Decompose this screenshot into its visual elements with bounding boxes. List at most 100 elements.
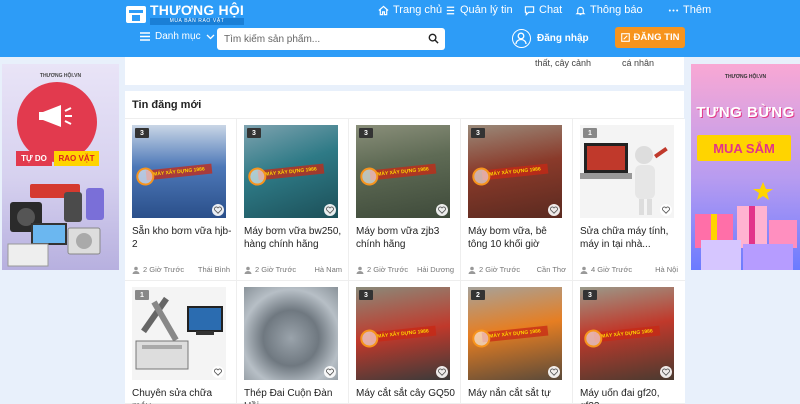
listing-meta: 2 Giờ Trước Hải Dương	[356, 265, 460, 274]
listing-card[interactable]: 2 MÁY XÂY DỰNG 1986 Máy nắn cắt sắt tự	[461, 281, 573, 404]
user-icon	[580, 266, 588, 274]
listing-location: Thái Bình	[197, 265, 230, 274]
image-watermark: MÁY XÂY DỰNG 1986	[369, 325, 437, 343]
listing-title[interactable]: Máy cắt sắt cây GQ50	[356, 387, 456, 404]
listing-card[interactable]: 3 MÁY XÂY DỰNG 1986 Máy bơm vữa, bê tông…	[461, 119, 573, 281]
right-ad-banner[interactable]: THƯƠNG HỘI.VN TƯNG BỪNG MUA SẮM	[691, 64, 800, 270]
post-listing-button[interactable]: ĐĂNG TIN	[615, 27, 685, 48]
listing-location: Cần Thơ	[536, 265, 566, 274]
listing-title[interactable]: Thép Đai Cuộn Đàn Hồi	[244, 387, 344, 404]
listing-title[interactable]: Sửa chữa máy tính, máy in tại nhà...	[580, 225, 680, 251]
prev-category-text[interactable]: thất, cây cảnh	[535, 58, 591, 68]
photo-count-badge: 1	[135, 290, 149, 300]
listing-location: Hà Nội	[655, 265, 678, 274]
listing-title[interactable]: Máy bơm vữa bw250, hàng chính hãng	[244, 225, 344, 251]
listing-image: 3 MÁY XÂY DỰNG 1986	[356, 287, 450, 380]
nav-manage-posts[interactable]: Quản lý tin	[445, 4, 513, 16]
listing-title[interactable]: Máy nắn cắt sắt tự	[468, 387, 568, 404]
listing-title[interactable]: Máy bơm vữa, bê tông 10 khối giờ	[468, 225, 568, 251]
login-label: Đăng nhập	[537, 33, 589, 44]
nav-home-label: Trang chủ	[393, 4, 443, 16]
image-watermark: MÁY XÂY DỰNG 1986	[369, 163, 437, 181]
nav-more-label: Thêm	[683, 4, 712, 16]
favorite-heart-icon[interactable]	[660, 366, 672, 378]
user-icon	[356, 266, 364, 274]
listing-image: 3 MÁY XÂY DỰNG 1986	[132, 125, 226, 218]
user-icon	[468, 266, 476, 274]
right-banner-subtitle: MUA SẮM	[697, 135, 791, 161]
favorite-heart-icon[interactable]	[324, 204, 336, 216]
favorite-heart-icon[interactable]	[324, 366, 336, 378]
listing-card[interactable]: 3 MÁY XÂY DỰNG 1986 Máy uốn đai gf20, gf…	[573, 281, 685, 404]
listing-card[interactable]: 3 MÁY XÂY DỰNG 1986 Sẵn kho bơm vữa hjb-…	[125, 119, 237, 281]
post-listing-label: ĐĂNG TIN	[633, 32, 680, 43]
listing-card[interactable]: 3 MÁY XÂY DỰNG 1986 Máy cắt sắt cây GQ50	[349, 281, 461, 404]
chat-icon	[524, 5, 535, 16]
listing-meta: 4 Giờ Trước Hà Nội	[580, 265, 684, 274]
photo-count-badge: 3	[583, 290, 597, 300]
tools-illustration	[135, 296, 223, 370]
nav-chat-label: Chat	[539, 4, 563, 16]
list-icon	[446, 6, 455, 14]
logo-subtitle: MUA BÁN RAO VẶT	[150, 18, 244, 25]
listing-image: 1	[580, 125, 674, 218]
gift-boxes-illustration	[695, 182, 797, 270]
login-link[interactable]: Đăng nhập	[512, 29, 589, 48]
listing-title[interactable]: Máy uốn đai gf20, gf32	[580, 387, 680, 404]
image-watermark: MÁY XÂY DỰNG 1986	[593, 325, 661, 343]
listing-title[interactable]: Chuyên sửa chữa máy	[132, 387, 232, 404]
favorite-heart-icon[interactable]	[660, 204, 672, 216]
bell-icon	[575, 6, 586, 15]
user-icon	[244, 266, 252, 274]
nav-home[interactable]: Trang chủ	[378, 4, 442, 16]
edit-icon	[620, 33, 630, 42]
left-banner-tag-2: RAO VẶT	[54, 151, 99, 166]
favorite-heart-icon[interactable]	[212, 204, 224, 216]
listing-image: 3 MÁY XÂY DỰNG 1986	[244, 125, 338, 218]
listing-meta: 2 Giờ Trước Thái Bình	[132, 265, 236, 274]
store-icon	[126, 5, 146, 23]
gadgets-illustration	[7, 184, 104, 267]
listing-card[interactable]: 1 Chuyên sửa chữa máy	[125, 281, 237, 404]
listing-image: 1	[132, 287, 226, 380]
listing-card[interactable]: 3 MÁY XÂY DỰNG 1986 Máy bơm vữa bw250, h…	[237, 119, 349, 281]
category-menu[interactable]: Danh mục	[140, 31, 215, 42]
favorite-heart-icon[interactable]	[436, 204, 448, 216]
listing-image: 3 MÁY XÂY DỰNG 1986	[580, 287, 674, 380]
listing-card[interactable]: 1 Sửa chữa máy tính, máy in tại nhà... 4…	[573, 119, 685, 281]
listing-image	[244, 287, 338, 380]
site-logo[interactable]: THƯƠNG HỘI MUA BÁN RAO VẶT	[126, 3, 244, 25]
nav-chat[interactable]: Chat	[524, 4, 562, 16]
nav-notifications[interactable]: Thông báo	[575, 4, 643, 16]
favorite-heart-icon[interactable]	[548, 366, 560, 378]
listing-card[interactable]: Thép Đai Cuộn Đàn Hồi	[237, 281, 349, 404]
listing-title[interactable]: Sẵn kho bơm vữa hjb-2	[132, 225, 232, 251]
listing-location: Hải Dương	[416, 265, 454, 274]
listing-title[interactable]: Máy bơm vữa zjb3 chính hãng	[356, 225, 456, 251]
listing-meta: 2 Giờ Trước Hà Nam	[244, 265, 348, 274]
search-icon[interactable]	[428, 33, 439, 44]
image-watermark: MÁY XÂY DỰNG 1986	[257, 163, 325, 181]
photo-count-badge: 3	[471, 128, 485, 138]
listing-location: Hà Nam	[314, 265, 342, 274]
right-banner-title: TƯNG BỪNG	[696, 104, 795, 121]
new-listings-section: Tin đăng mới 3 MÁY XÂY DỰNG 1986 Sẵn kho…	[125, 91, 685, 404]
listing-time: 2 Giờ Trước	[143, 265, 185, 274]
favorite-heart-icon[interactable]	[548, 204, 560, 216]
listing-image: 2 MÁY XÂY DỰNG 1986	[468, 287, 562, 380]
search-input[interactable]	[217, 28, 417, 50]
favorite-heart-icon[interactable]	[212, 366, 224, 378]
home-icon	[378, 5, 389, 15]
listing-card[interactable]: 3 MÁY XÂY DỰNG 1986 Máy bơm vữa zjb3 chí…	[349, 119, 461, 281]
photo-count-badge: 3	[359, 128, 373, 138]
top-header: THƯƠNG HỘI MUA BÁN RAO VẶT Trang chủ Quả…	[0, 0, 800, 57]
photo-count-badge: 2	[471, 290, 485, 300]
favorite-heart-icon[interactable]	[436, 366, 448, 378]
category-label: Danh mục	[155, 31, 201, 42]
nav-more[interactable]: Thêm	[668, 4, 711, 16]
left-ad-banner[interactable]: THƯƠNG HỘI.VN TỰ DO RAO VẶT	[2, 64, 119, 270]
photo-count-badge: 3	[247, 128, 261, 138]
listing-time: 2 Giờ Trước	[367, 265, 409, 274]
left-banner-tag-1: TỰ DO	[16, 151, 52, 166]
prev-category-text[interactable]: cá nhân	[622, 58, 654, 68]
